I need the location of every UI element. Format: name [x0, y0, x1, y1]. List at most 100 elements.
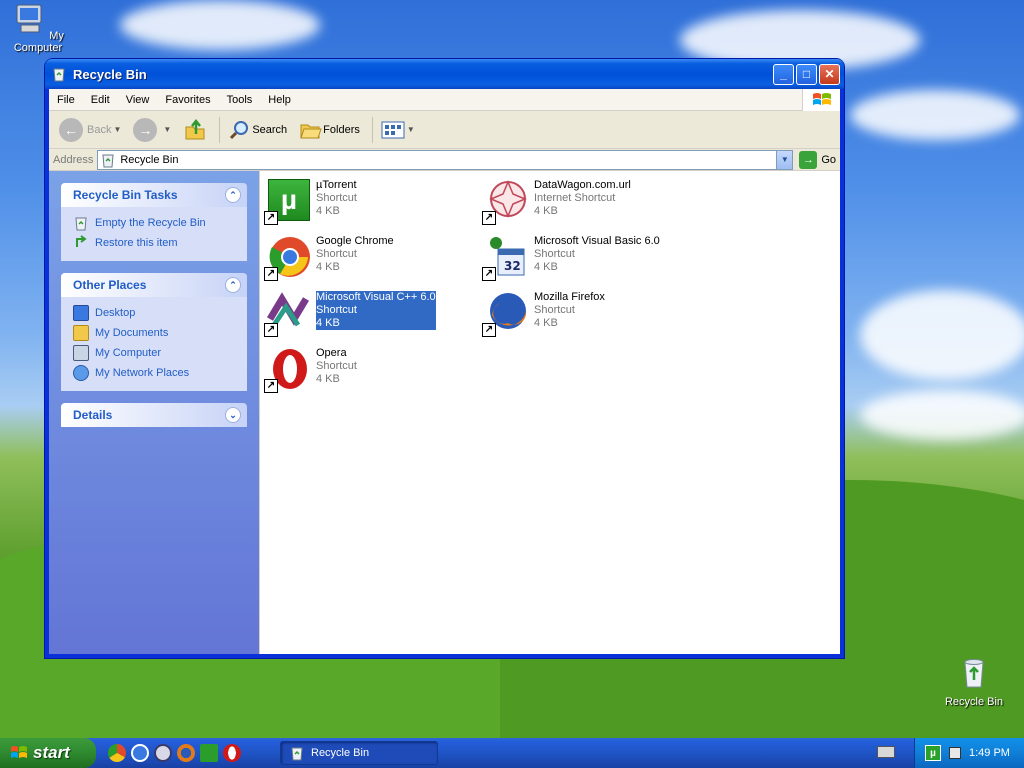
opera-icon[interactable] — [223, 744, 241, 762]
tray-status-icon[interactable] — [949, 747, 961, 759]
file-name: Opera — [316, 347, 347, 359]
collapse-chevron-icon[interactable]: ⌃ — [225, 187, 241, 203]
up-folder-button[interactable] — [179, 118, 211, 142]
my-computer-icon — [16, 4, 42, 33]
menu-view[interactable]: View — [118, 94, 158, 106]
link-label: Desktop — [95, 307, 136, 319]
chevron-down-icon: ▼ — [780, 155, 789, 164]
taskbar-button-recycle-bin[interactable]: Recycle Bin — [280, 741, 438, 765]
chevron-down-icon[interactable]: ▼ — [113, 125, 121, 134]
expand-chevron-icon[interactable]: ⌄ — [225, 407, 241, 423]
network-icon — [73, 365, 89, 381]
maximize-icon: □ — [802, 67, 811, 81]
minimize-icon: _ — [780, 67, 787, 81]
folders-label: Folders — [323, 123, 360, 136]
menu-tools[interactable]: Tools — [219, 94, 261, 106]
file-type: Shortcut — [316, 304, 436, 317]
panel-title: Details — [73, 408, 113, 422]
empty-recycle-bin-link[interactable]: Empty the Recycle Bin — [73, 213, 235, 233]
file-item-google-chrome[interactable]: ↗ Google Chrome Shortcut 4 KB — [264, 233, 474, 285]
address-dropdown-button[interactable]: ▼ — [776, 150, 793, 169]
file-name: Mozilla Firefox — [534, 291, 605, 303]
file-type: Internet Shortcut — [534, 192, 616, 204]
chrome-icon[interactable] — [108, 744, 126, 762]
restore-icon — [76, 235, 87, 247]
cloud — [850, 90, 1020, 140]
recycle-bin-tasks-panel: Recycle Bin Tasks ⌃ Empty the Recycle Bi… — [61, 183, 247, 261]
utorrent-icon[interactable] — [200, 744, 218, 762]
cloud — [860, 290, 1024, 380]
menu-favorites[interactable]: Favorites — [157, 94, 218, 106]
address-value: Recycle Bin — [120, 153, 179, 166]
file-size: 4 KB — [316, 317, 436, 330]
file-type: Shortcut — [316, 360, 357, 372]
task-pane: Recycle Bin Tasks ⌃ Empty the Recycle Bi… — [49, 171, 259, 654]
views-button[interactable]: ▼ — [377, 119, 419, 141]
recycle-bin-icon — [964, 659, 984, 688]
file-type: Shortcut — [316, 192, 357, 204]
panel-header[interactable]: Recycle Bin Tasks ⌃ — [61, 183, 247, 207]
desktop-icon-my-computer[interactable]: My Computer — [0, 2, 76, 54]
link-label: My Network Places — [95, 367, 190, 379]
address-input[interactable]: Recycle Bin ▼ — [97, 149, 794, 170]
link-label: Empty the Recycle Bin — [95, 217, 206, 229]
menu-file[interactable]: File — [49, 94, 83, 106]
desktop-icon-recycle-bin[interactable]: Recycle Bin — [936, 656, 1012, 708]
link-label: My Documents — [95, 327, 169, 339]
my-network-places-link[interactable]: My Network Places — [73, 363, 235, 383]
my-documents-link[interactable]: My Documents — [73, 323, 235, 343]
minimize-button[interactable]: _ — [773, 63, 794, 85]
file-type: Shortcut — [534, 248, 575, 260]
desktop-link[interactable]: Desktop — [73, 303, 235, 323]
task-label: Recycle Bin — [311, 747, 370, 759]
file-name: Microsoft Visual C++ 6.0 — [316, 291, 436, 304]
restore-item-link[interactable]: Restore this item — [73, 233, 235, 253]
file-item-visual-basic[interactable]: 32 ↗ Microsoft Visual Basic 6.0 Shortcut… — [482, 233, 692, 285]
panel-header[interactable]: Other Places ⌃ — [61, 273, 247, 297]
start-button[interactable]: start — [0, 738, 96, 768]
address-bar: Address Recycle Bin ▼ → Go — [49, 149, 840, 171]
collapse-chevron-icon[interactable]: ⌃ — [225, 277, 241, 293]
file-item-visual-cpp[interactable]: ↗ Microsoft Visual C++ 6.0 Shortcut 4 KB — [264, 289, 474, 341]
back-button[interactable]: ← Back ▼ — [55, 117, 125, 142]
panel-header[interactable]: Details ⌄ — [61, 403, 247, 427]
forward-button[interactable]: → ▼ — [129, 117, 175, 142]
file-item-mozilla-firefox[interactable]: ↗ Mozilla Firefox Shortcut 4 KB — [482, 289, 692, 341]
clock[interactable]: 1:49 PM — [969, 747, 1010, 759]
folders-icon — [300, 124, 322, 138]
file-item-utorrent[interactable]: µ ↗ µTorrent Shortcut 4 KB — [264, 177, 474, 229]
window-title: Recycle Bin — [73, 66, 147, 82]
menu-help[interactable]: Help — [260, 94, 299, 106]
search-button[interactable]: Search — [224, 118, 291, 142]
my-computer-link[interactable]: My Computer — [73, 343, 235, 363]
firefox-icon[interactable] — [177, 744, 195, 762]
file-type: Shortcut — [316, 248, 357, 260]
chevron-down-icon[interactable]: ▼ — [163, 125, 171, 134]
file-item-datawagon[interactable]: ↗ DataWagon.com.url Internet Shortcut 4 … — [482, 177, 692, 229]
file-item-opera[interactable]: ↗ Opera Shortcut 4 KB — [264, 345, 474, 397]
menu-edit[interactable]: Edit — [83, 94, 118, 106]
up-folder-icon — [185, 118, 205, 139]
window-body: File Edit View Favorites Tools Help ← Ba… — [49, 89, 840, 654]
taskbar: start Recycle Bin µ 1:49 PM — [0, 738, 1024, 768]
search-label: Search — [252, 123, 288, 136]
title-bar[interactable]: Recycle Bin _ □ ✕ — [45, 59, 844, 89]
maximize-button[interactable]: □ — [796, 63, 817, 85]
keyboard-icon[interactable] — [877, 746, 895, 758]
chevron-down-icon[interactable]: ▼ — [407, 125, 415, 134]
windows-flag-icon — [812, 93, 831, 105]
go-button[interactable]: → Go — [799, 150, 836, 169]
shortcut-arrow-icon: ↗ — [264, 267, 278, 281]
computer-icon — [73, 345, 89, 361]
start-label: start — [33, 743, 70, 762]
folders-button[interactable]: Folders — [295, 118, 364, 142]
file-name: DataWagon.com.url — [534, 179, 631, 191]
go-label: Go — [821, 153, 836, 166]
media-player-icon[interactable] — [154, 744, 172, 762]
utorrent-tray-icon[interactable]: µ — [925, 745, 941, 761]
close-button[interactable]: ✕ — [819, 63, 840, 85]
vb6-icon: 32 ↗ — [482, 233, 530, 281]
link-label: My Computer — [95, 347, 162, 359]
panel-title: Other Places — [73, 278, 147, 292]
internet-explorer-icon[interactable] — [131, 744, 149, 762]
